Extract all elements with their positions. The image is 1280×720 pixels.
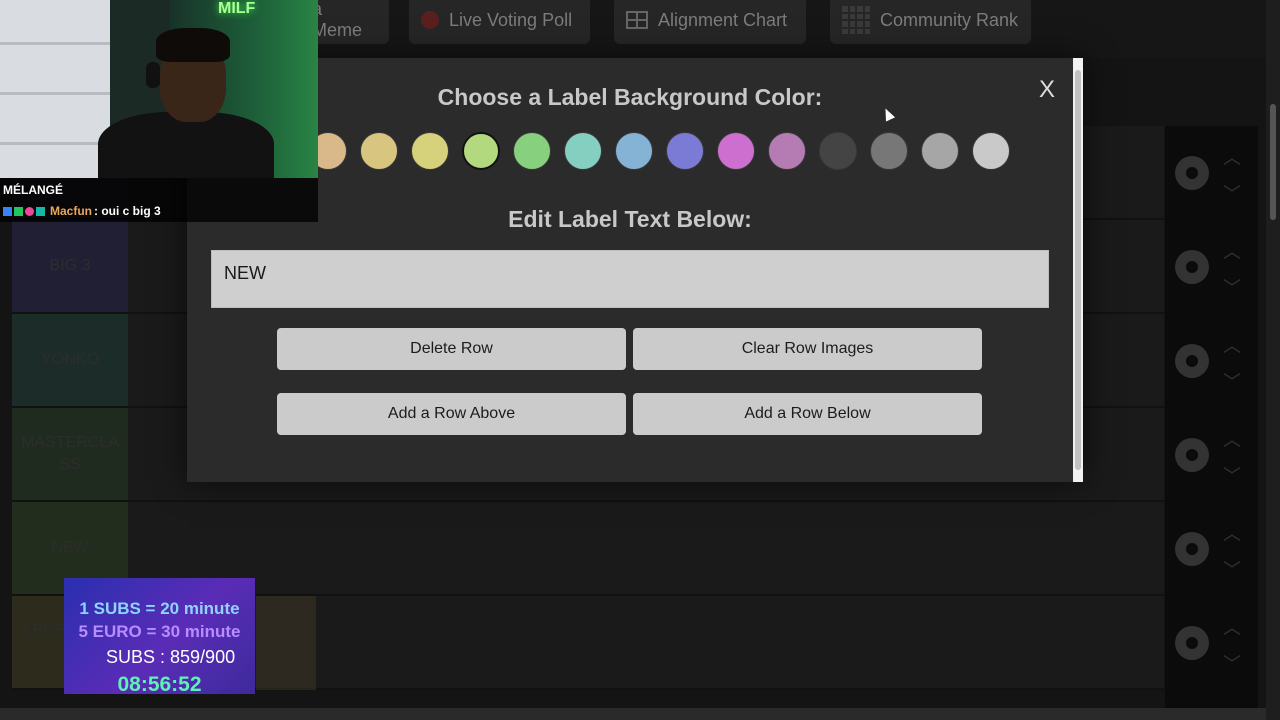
streamer-hair [156, 28, 230, 62]
color-swatch[interactable] [921, 132, 959, 170]
chevron-down-icon[interactable]: ﹀ [1223, 650, 1241, 676]
tier-label[interactable]: BIG 3 [12, 220, 128, 312]
character-image[interactable] [256, 596, 316, 690]
color-swatches [187, 132, 1073, 172]
subathon-timer: 08:56:52 [117, 673, 202, 696]
chat-message: Macfun : oui c big 3 [3, 204, 161, 218]
tier-label[interactable]: YONKO [12, 314, 128, 406]
chat-text: : oui c big 3 [94, 204, 161, 218]
row-control: ︿ ﹀ [1165, 220, 1258, 312]
label-text-input[interactable] [211, 250, 1049, 308]
delete-row-button[interactable]: Delete Row [277, 328, 626, 370]
chevron-down-icon[interactable]: ﹀ [1223, 180, 1241, 206]
subs-rate-line: 1 SUBS = 20 minute [79, 599, 240, 618]
gear-icon[interactable] [1175, 156, 1209, 190]
color-swatch[interactable] [513, 132, 551, 170]
subathon-overlay: 1 SUBS = 20 minute 5 EURO = 30 minute SU… [64, 578, 255, 696]
color-picker-title: Choose a Label Background Color: [437, 84, 823, 110]
grid-icon [626, 11, 648, 29]
subs-count: SUBS : 859/900 [106, 647, 236, 667]
modal-scrollbar[interactable] [1073, 58, 1083, 482]
page-scrollbar-thumb[interactable] [1270, 104, 1276, 220]
chat-title: MÉLANGÉ [3, 183, 63, 197]
webcam-overlay: MILF [0, 0, 318, 178]
headphone-icon [146, 62, 160, 88]
chevron-down-icon[interactable]: ﹀ [1223, 462, 1241, 488]
chevron-up-icon[interactable]: ︿ [1223, 426, 1241, 452]
chevron-down-icon[interactable]: ﹀ [1223, 368, 1241, 394]
live-voting-poll-label: Live Voting Poll [449, 9, 573, 30]
row-control: ︿ ﹀ [1165, 408, 1258, 500]
meme-button-label: a Meme [312, 0, 363, 40]
add-row-above-button[interactable]: Add a Row Above [277, 393, 626, 435]
badge-icon [14, 206, 23, 216]
record-dot-icon [421, 11, 439, 29]
chevron-up-icon[interactable]: ︿ [1223, 144, 1241, 170]
color-swatch[interactable] [666, 132, 704, 170]
color-swatch[interactable] [768, 132, 806, 170]
gear-icon[interactable] [1175, 626, 1209, 660]
neon-sign: MILF [218, 0, 256, 17]
chat-username: Macfun [50, 204, 92, 218]
color-swatch[interactable] [972, 132, 1010, 170]
community-rank-label: Community Rank [880, 9, 1019, 30]
gear-icon[interactable] [1175, 532, 1209, 566]
chevron-up-icon[interactable]: ︿ [1223, 614, 1241, 640]
edit-text-title: Edit Label Text Below: [508, 206, 752, 232]
live-voting-poll-button[interactable]: Live Voting Poll [409, 0, 590, 44]
color-swatch[interactable] [360, 132, 398, 170]
horizontal-scrollbar[interactable] [0, 708, 1266, 720]
row-control: ︿ ﹀ [1165, 596, 1258, 688]
bookshelf-image [0, 0, 110, 178]
gear-icon[interactable] [1175, 438, 1209, 472]
alignment-chart-button[interactable]: Alignment Chart [614, 0, 806, 44]
modal-scrollbar-thumb[interactable] [1075, 70, 1081, 470]
alignment-chart-label: Alignment Chart [658, 9, 788, 30]
chevron-down-icon[interactable]: ﹀ [1223, 274, 1241, 300]
badge-icon [36, 206, 45, 216]
page-scrollbar[interactable] [1266, 0, 1280, 720]
tier-label[interactable]: MASTERCLASS [12, 408, 128, 500]
row-controls: ︿ ﹀ ︿ ﹀ ︿ ﹀ ︿ ﹀ ︿ ﹀ ︿ ﹀ [1165, 126, 1258, 716]
badge-icon [3, 206, 12, 216]
row-control: ︿ ﹀ [1165, 502, 1258, 594]
chevron-up-icon[interactable]: ︿ [1223, 238, 1241, 264]
color-swatch[interactable] [870, 132, 908, 170]
color-swatch[interactable] [411, 132, 449, 170]
chevron-up-icon[interactable]: ︿ [1223, 332, 1241, 358]
community-rank-button[interactable]: Community Rank [830, 0, 1031, 44]
color-swatch[interactable] [717, 132, 755, 170]
color-swatch[interactable] [819, 132, 857, 170]
rank-grid-icon [842, 6, 870, 34]
chat-overlay: MÉLANGÉ Macfun : oui c big 3 [0, 178, 318, 222]
color-swatch[interactable] [615, 132, 653, 170]
gear-icon[interactable] [1175, 344, 1209, 378]
clear-row-images-button[interactable]: Clear Row Images [633, 328, 982, 370]
euro-rate-line: 5 EURO = 30 minute [78, 622, 241, 641]
chevron-up-icon[interactable]: ︿ [1223, 520, 1241, 546]
chevron-down-icon[interactable]: ﹀ [1223, 556, 1241, 582]
badge-icon [25, 206, 34, 216]
row-control: ︿ ﹀ [1165, 314, 1258, 406]
color-swatch[interactable] [462, 132, 500, 170]
row-control: ︿ ﹀ [1165, 126, 1258, 218]
add-row-below-button[interactable]: Add a Row Below [633, 393, 982, 435]
gear-icon[interactable] [1175, 250, 1209, 284]
label-settings-modal: X Choose a Label Background Color: Edit … [187, 58, 1083, 482]
color-swatch[interactable] [564, 132, 602, 170]
